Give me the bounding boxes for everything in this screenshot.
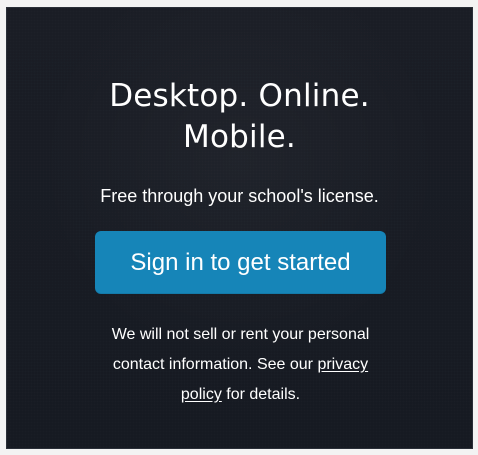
- hero-title: Desktop. Online. Mobile.: [7, 76, 472, 158]
- privacy-notice: We will not sell or rent your personal c…: [73, 320, 408, 410]
- hero-title-line-2: Mobile.: [183, 118, 296, 155]
- privacy-policy-link-part-1[interactable]: privacy: [317, 356, 368, 373]
- privacy-line-2-text: contact information. See our: [112, 356, 318, 373]
- privacy-policy-link-part-2[interactable]: policy: [181, 386, 222, 403]
- page: Desktop. Online. Mobile. Free through yo…: [0, 0, 478, 455]
- privacy-line-1: We will not sell or rent your personal: [111, 326, 370, 343]
- license-subtitle: Free through your school's license.: [100, 186, 379, 206]
- sign-in-button[interactable]: Sign in to get started: [95, 231, 386, 294]
- hero-title-line-1: Desktop. Online.: [109, 77, 370, 114]
- privacy-line-3-text: for details.: [221, 386, 301, 403]
- promo-panel: Desktop. Online. Mobile. Free through yo…: [6, 7, 473, 449]
